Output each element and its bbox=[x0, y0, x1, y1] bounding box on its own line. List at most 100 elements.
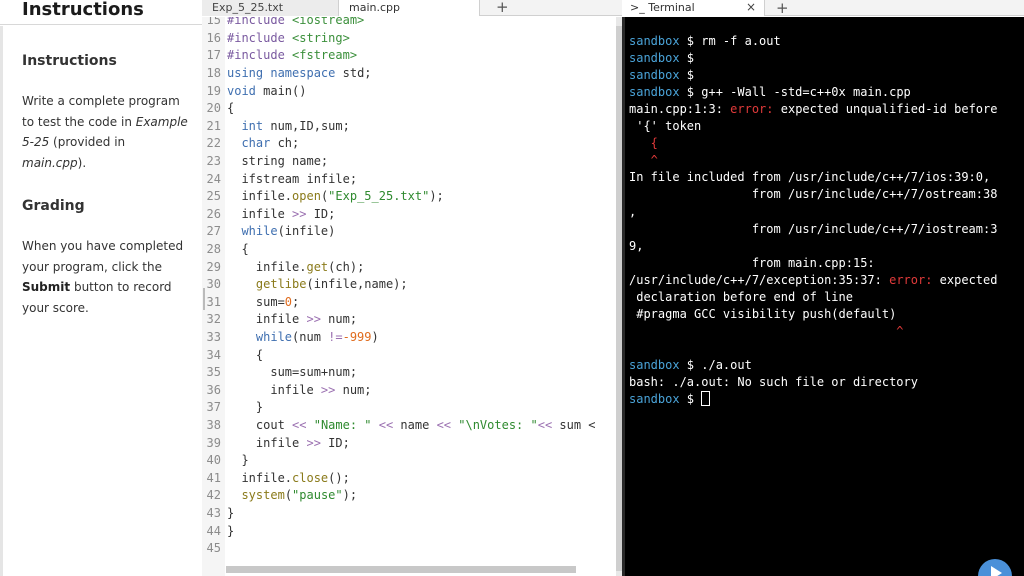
line-number: 35 bbox=[206, 365, 221, 380]
code-editor[interactable]: 15 #include <iostream> 16 #include <string>… bbox=[202, 17, 616, 576]
terminal-error-text: ^ bbox=[629, 153, 658, 168]
instructions-header: Instructions bbox=[0, 0, 202, 25]
code-line: 36 infile >> num; bbox=[202, 382, 372, 400]
terminal-text: $ rm -f a.out bbox=[679, 34, 781, 48]
code-line: 19 void main() bbox=[202, 83, 307, 101]
terminal-prompt: sandbox bbox=[629, 85, 680, 100]
code-text: #include <iostream> bbox=[227, 17, 365, 28]
code-line: 43} bbox=[202, 505, 235, 523]
code-text: sum=sum+num; bbox=[227, 365, 358, 380]
terminal-text: from /usr/include/c++/7/iostream:3 bbox=[629, 221, 998, 236]
instructions-text: ). bbox=[77, 156, 87, 171]
code-text: while(num !=-999) bbox=[255, 330, 379, 344]
line-number: 45 bbox=[206, 541, 221, 556]
code-line: 17 #include <fstream> bbox=[202, 47, 358, 65]
code-line: 20 { bbox=[202, 100, 235, 118]
close-icon[interactable]: × bbox=[746, 0, 756, 15]
code-line: 32 infile >> num; bbox=[202, 311, 358, 329]
code-text: infile.get(ch); bbox=[227, 259, 365, 274]
instructions-section-title: Instructions bbox=[22, 53, 117, 69]
terminal-scrollbar[interactable] bbox=[622, 17, 625, 576]
line-number: 24 bbox=[206, 171, 221, 186]
terminal-text: 9, bbox=[629, 238, 644, 253]
terminal-text: main.cpp:1:3: bbox=[629, 102, 731, 117]
code-text: using namespace std; bbox=[227, 66, 372, 80]
terminal-text: expected bbox=[932, 272, 998, 287]
horizontal-scrollbar[interactable] bbox=[226, 566, 576, 573]
terminal-prompt: sandbox bbox=[629, 68, 680, 83]
line-number: 37 bbox=[206, 400, 221, 415]
code-line: 21 int num,ID,sum; bbox=[202, 118, 350, 136]
line-number: 32 bbox=[206, 312, 221, 327]
code-text: string name; bbox=[227, 154, 329, 168]
code-text: infile.open("Exp_5_25.txt"); bbox=[227, 189, 444, 204]
line-number: 20 bbox=[206, 101, 221, 116]
terminal-line: from main.cpp:15: bbox=[629, 255, 875, 272]
tab-exp-5-25-txt[interactable]: Exp_5_25.txt bbox=[202, 0, 339, 16]
terminal-error-text: ^ bbox=[629, 323, 904, 338]
line-number: 34 bbox=[206, 347, 221, 362]
code-line: 29 infile.get(ch); bbox=[202, 259, 365, 277]
code-text: } bbox=[227, 506, 235, 520]
grading-text: When you have completed your program, cl… bbox=[22, 239, 184, 274]
terminal-line: sandbox $ bbox=[629, 50, 694, 67]
editor-tab-bar: Exp_5_25.txt main.cpp + bbox=[202, 0, 622, 16]
grading-paragraph: When you have completed your program, cl… bbox=[22, 236, 192, 319]
terminal-prompt: sandbox bbox=[629, 34, 680, 48]
line-number: 25 bbox=[206, 189, 221, 204]
code-line: 22 char ch; bbox=[202, 135, 300, 153]
line-number: 15 bbox=[206, 17, 221, 28]
grading-title: Grading bbox=[22, 198, 85, 214]
terminal-text: from /usr/include/c++/7/ostream:38 bbox=[629, 187, 998, 202]
fold-marker bbox=[203, 288, 205, 310]
code-line: 18 using namespace std; bbox=[202, 65, 372, 83]
code-text: #include <string> bbox=[227, 30, 350, 45]
line-number: 33 bbox=[206, 330, 221, 344]
submit-reference: Submit bbox=[22, 280, 71, 295]
terminal-cursor bbox=[701, 391, 711, 407]
terminal-line: In file included from /usr/include/c++/7… bbox=[629, 169, 990, 186]
instructions-scrollbar[interactable] bbox=[0, 26, 3, 576]
terminal-line: /usr/include/c++/7/exception:35:37: erro… bbox=[629, 272, 997, 289]
line-number: 16 bbox=[206, 30, 221, 45]
line-number: 38 bbox=[206, 418, 221, 432]
code-text: { bbox=[227, 347, 264, 362]
code-line: 35 sum=sum+num; bbox=[202, 364, 358, 382]
code-line: 26 infile >> ID; bbox=[202, 206, 336, 224]
code-text: while(infile) bbox=[241, 224, 336, 239]
tab-main-cpp[interactable]: main.cpp bbox=[339, 0, 480, 16]
terminal-icon: >_ bbox=[630, 1, 645, 14]
terminal[interactable]: sandbox $ rm -f a.out sandbox $ sandbox $ s… bbox=[622, 17, 1024, 576]
line-number: 28 bbox=[206, 242, 221, 256]
line-number: 17 bbox=[206, 48, 221, 63]
terminal-text: $ g++ -Wall -std=c++0x main.cpp bbox=[679, 85, 911, 100]
terminal-line: main.cpp:1:3: error: expected unqualifie… bbox=[629, 101, 997, 118]
line-number: 39 bbox=[206, 435, 221, 450]
line-number: 42 bbox=[206, 488, 221, 503]
terminal-line: '{' token bbox=[629, 118, 701, 135]
code-line: 25 infile.open("Exp_5_25.txt"); bbox=[202, 188, 444, 206]
code-text: #include <fstream> bbox=[227, 48, 358, 63]
line-number: 23 bbox=[206, 154, 221, 168]
line-number: 40 bbox=[206, 453, 221, 468]
code-text: system("pause"); bbox=[241, 488, 358, 503]
code-text: void main() bbox=[227, 83, 307, 98]
add-tab-icon[interactable]: + bbox=[480, 0, 620, 16]
terminal-tab-bar: >_ Terminal × + bbox=[622, 0, 1024, 17]
code-line: 37 } bbox=[202, 399, 264, 417]
code-text: infile.close(); bbox=[227, 470, 350, 485]
code-line: 45 bbox=[202, 540, 227, 558]
terminal-line: sandbox $ rm -f a.out bbox=[629, 33, 781, 50]
terminal-line: from /usr/include/c++/7/ostream:38 bbox=[629, 186, 998, 203]
code-text: { bbox=[227, 101, 235, 116]
code-line: 23 string name; bbox=[202, 153, 329, 171]
code-line: 33 while(num !=-999) bbox=[202, 329, 379, 347]
terminal-text: declaration before end of line bbox=[629, 289, 853, 304]
instructions-text: (provided in bbox=[49, 135, 126, 150]
line-number: 41 bbox=[206, 470, 221, 485]
terminal-line: { bbox=[629, 135, 658, 152]
add-terminal-icon[interactable]: + bbox=[776, 0, 789, 17]
terminal-text: #pragma GCC visibility push(default) bbox=[629, 306, 897, 321]
line-number: 36 bbox=[206, 382, 221, 397]
tab-terminal[interactable]: >_ Terminal × bbox=[622, 0, 765, 16]
